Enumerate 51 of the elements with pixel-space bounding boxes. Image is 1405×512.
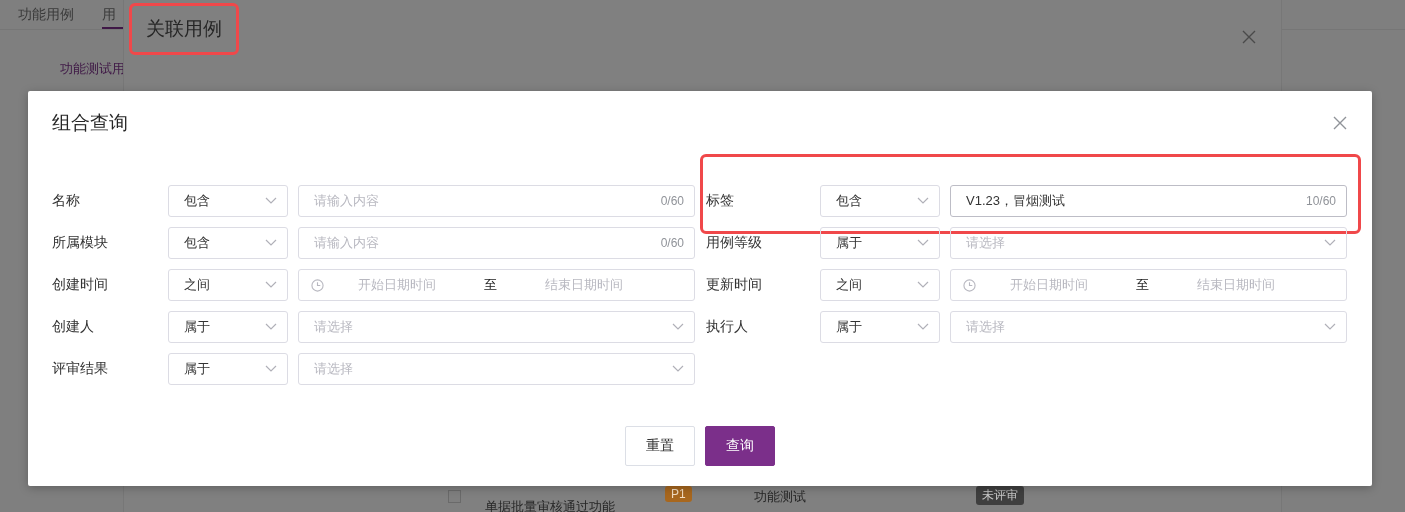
- character-count: 10/60: [1305, 194, 1336, 208]
- chevron-down-icon: [265, 281, 277, 289]
- chevron-down-icon: [672, 323, 684, 331]
- dialog-title: 组合查询: [52, 111, 128, 135]
- chevron-down-icon: [672, 365, 684, 373]
- row-checkbox[interactable]: [448, 490, 461, 503]
- close-button[interactable]: [1241, 28, 1257, 45]
- text-input-field[interactable]: V1.23，冒烟测试 10/60: [950, 185, 1347, 217]
- field-label: 用例等级: [706, 234, 763, 252]
- chevron-down-icon: [1324, 323, 1336, 331]
- operator-select[interactable]: 之间: [820, 269, 940, 301]
- chevron-down-icon: [265, 239, 277, 247]
- operator-select[interactable]: 之间: [168, 269, 288, 301]
- character-count: 0/60: [660, 194, 684, 208]
- field-label: 评审结果: [52, 360, 109, 378]
- chevron-down-icon: [917, 323, 929, 331]
- query-button[interactable]: 查询: [705, 426, 775, 466]
- chevron-down-icon: [917, 197, 929, 205]
- date-range-field[interactable]: 开始日期时间 至 结束日期时间: [298, 269, 695, 301]
- operator-select[interactable]: 属于: [820, 227, 940, 259]
- clock-icon: [963, 278, 976, 292]
- close-button[interactable]: [1332, 115, 1348, 131]
- operator-select[interactable]: 属于: [168, 311, 288, 343]
- field-label: 执行人: [706, 318, 749, 336]
- chevron-down-icon: [1324, 239, 1336, 247]
- chevron-down-icon: [917, 239, 929, 247]
- chevron-down-icon: [265, 197, 277, 205]
- close-icon: [1241, 28, 1257, 45]
- chevron-down-icon: [265, 323, 277, 331]
- operator-select[interactable]: 属于: [168, 353, 288, 385]
- clock-icon: [311, 278, 324, 292]
- field-label: 创建人: [52, 318, 95, 336]
- date-range-field[interactable]: 开始日期时间 至 结束日期时间: [950, 269, 1347, 301]
- close-icon: [1332, 115, 1348, 131]
- field-label: 名称: [52, 192, 81, 210]
- priority-tag: P1: [665, 486, 692, 502]
- operator-select[interactable]: 包含: [820, 185, 940, 217]
- reset-button[interactable]: 重置: [625, 426, 695, 466]
- chevron-down-icon: [265, 365, 277, 373]
- field-label: 标签: [706, 192, 735, 210]
- operator-select[interactable]: 包含: [168, 185, 288, 217]
- field-label: 所属模块: [52, 234, 109, 252]
- operator-select[interactable]: 包含: [168, 227, 288, 259]
- field-label: 更新时间: [706, 276, 763, 294]
- dialog-title: 关联用例: [146, 17, 222, 41]
- field-label: 创建时间: [52, 276, 109, 294]
- case-type: 功能测试: [753, 488, 806, 506]
- operator-select[interactable]: 属于: [820, 311, 940, 343]
- chevron-down-icon: [917, 281, 929, 289]
- character-count: 0/60: [660, 236, 684, 250]
- review-status-tag: 未评审: [975, 486, 1024, 505]
